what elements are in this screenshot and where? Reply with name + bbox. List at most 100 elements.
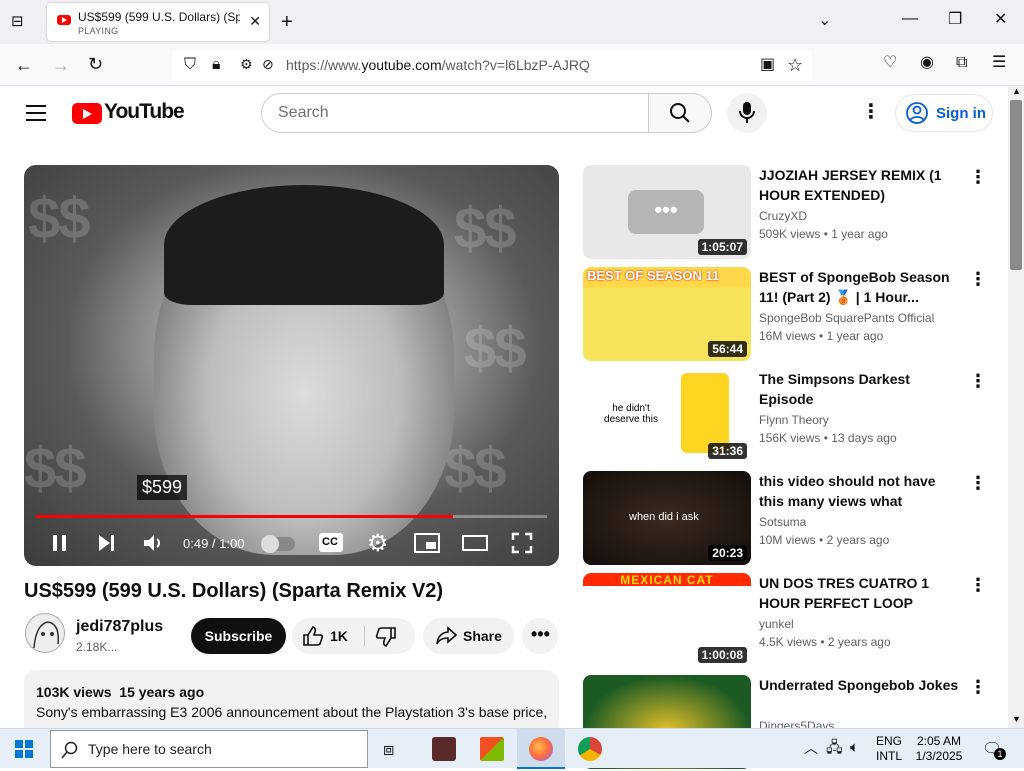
volume-tray-icon[interactable]: 🔈︎ <box>850 740 859 755</box>
related-video-item[interactable]: he didn't deserve this 31:36 The Simpsons … <box>583 369 993 465</box>
windows-start-icon[interactable] <box>15 740 33 758</box>
related-video-item[interactable]: MEXICAN CAT 1:00:08 UN DOS TRES CUATRO 1 H… <box>583 573 993 669</box>
youtube-logo-text[interactable]: YouTube <box>104 100 185 124</box>
related-more-icon[interactable]: ⋮ <box>969 575 987 596</box>
notifications-button[interactable]: 🗨︎ 1 <box>982 739 1006 760</box>
related-video-title[interactable]: BEST of SpongeBob Season 11! (Part 2) 🥉 … <box>759 267 964 307</box>
related-video-channel[interactable]: yunkel <box>759 617 794 631</box>
lock-icon[interactable]: 🔒︎ <box>212 57 221 73</box>
window-maximize-icon[interactable]: ❐ <box>948 12 962 28</box>
video-thumbnail[interactable]: BEST OF SEASON 11 56:44 <box>583 267 751 361</box>
microsoft-store-icon[interactable] <box>480 737 504 761</box>
video-thumbnail[interactable]: MEXICAN CAT 1:00:08 <box>583 573 751 667</box>
chrome-icon[interactable] <box>578 737 602 761</box>
related-video-title[interactable]: JJOZIAH JERSEY REMIX (1 HOUR EXTENDED) <box>759 165 964 205</box>
channel-avatar[interactable] <box>25 613 65 653</box>
related-video-channel[interactable]: CruzyXD <box>759 209 807 223</box>
reload-icon[interactable]: ↻ <box>88 55 103 73</box>
voice-search-button[interactable] <box>727 93 767 133</box>
next-icon[interactable] <box>96 533 116 553</box>
related-video-item[interactable]: when did i ask 20:23 this video should not… <box>583 471 993 567</box>
related-video-title[interactable]: UN DOS TRES CUATRO 1 HOUR PERFECT LOOP (… <box>759 573 964 613</box>
fullscreen-icon[interactable] <box>511 532 533 554</box>
browser-tab[interactable]: US$599 (599 U.S. Dollars) (Sparta Remix … <box>47 3 269 41</box>
related-more-icon[interactable]: ⋮ <box>969 473 987 494</box>
subscribe-button[interactable]: Subscribe <box>191 618 286 654</box>
like-button[interactable]: 1K <box>292 618 364 654</box>
page-scrollbar[interactable]: ▲ ▼ <box>1008 86 1024 728</box>
language-indicator[interactable]: ENG INTL <box>872 734 906 764</box>
game-app-icon[interactable] <box>432 737 456 761</box>
search-input[interactable]: Search <box>261 93 649 133</box>
hamburger-menu-icon[interactable] <box>26 105 46 121</box>
youtube-logo-icon[interactable] <box>72 103 102 124</box>
related-video-channel[interactable]: Sotsuma <box>759 515 806 529</box>
video-player[interactable]: $$ $$ $$ $$ $$ $599 0:49 / 1:00 CC ⚙ <box>24 165 559 566</box>
window-minimize-icon[interactable]: — <box>902 11 918 27</box>
firefox-taskbar-button[interactable] <box>517 729 565 769</box>
picture-in-picture-icon[interactable]: ▣ <box>760 57 775 73</box>
more-actions-button[interactable]: ••• <box>522 618 558 654</box>
taskbar-search-input[interactable]: Type here to search <box>50 730 368 768</box>
window-close-icon[interactable]: ✕ <box>994 12 1007 28</box>
pocket-icon[interactable]: ♡ <box>883 55 897 71</box>
back-icon[interactable]: ← <box>15 56 33 74</box>
autoplay-blocked-icon[interactable]: ⊘ <box>262 57 274 71</box>
volume-icon[interactable] <box>142 533 164 553</box>
permissions-icon[interactable]: ⚙ <box>240 57 253 71</box>
address-bar[interactable]: ⛉ 🔒︎ ⚙ ⊘ https://www.youtube.com/watch?v… <box>172 49 812 81</box>
channel-name[interactable]: jedi787plus <box>76 618 163 636</box>
video-thumbnail[interactable]: ••• 1:05:07 <box>583 165 751 259</box>
video-duration: 1:05:07 <box>697 239 747 255</box>
subtitles-button[interactable]: CC <box>319 533 343 552</box>
related-video-item[interactable]: BEST OF SEASON 11 56:44 BEST of SpongeBob … <box>583 267 993 363</box>
settings-kebab-icon[interactable]: ⋮ <box>861 102 881 122</box>
extensions-icon[interactable]: ⧉ <box>956 55 967 71</box>
tracking-shield-icon[interactable]: ⛉ <box>184 57 196 73</box>
miniplayer-icon[interactable] <box>414 533 440 553</box>
autoplay-toggle[interactable] <box>261 535 295 553</box>
share-button[interactable]: Share <box>423 618 514 654</box>
url-text[interactable]: https://www.youtube.com/watch?v=l6LbzP-A… <box>286 57 590 73</box>
related-more-icon[interactable]: ⋮ <box>969 167 987 188</box>
related-more-icon[interactable]: ⋮ <box>969 677 987 698</box>
account-icon[interactable]: ◉ <box>920 55 934 71</box>
progress-bar[interactable] <box>36 515 547 518</box>
search-button[interactable] <box>648 93 712 133</box>
related-video-channel[interactable]: Flynn Theory <box>759 413 829 427</box>
related-video-channel[interactable]: SpongeBob SquarePants Official <box>759 311 934 325</box>
related-more-icon[interactable]: ⋮ <box>969 269 987 290</box>
bookmark-star-icon[interactable]: ☆ <box>787 56 803 74</box>
related-video-meta: 16M views • 1 year ago <box>759 329 884 343</box>
video-thumbnail[interactable]: he didn't deserve this 31:36 <box>583 369 751 463</box>
tab-close-icon[interactable]: ✕ <box>249 13 261 30</box>
related-more-icon[interactable]: ⋮ <box>969 371 987 392</box>
dislike-button[interactable] <box>365 618 415 654</box>
sign-in-button[interactable]: Sign in <box>895 94 993 132</box>
scroll-down-icon[interactable]: ▼ <box>1012 714 1021 724</box>
scroll-up-icon[interactable]: ▲ <box>1012 86 1021 96</box>
pause-icon[interactable] <box>50 533 70 553</box>
clock[interactable]: 2:05 AM 1/3/2025 <box>912 734 966 764</box>
related-video-item[interactable]: ••• 1:05:07 JJOZIAH JERSEY REMIX (1 HOUR E… <box>583 165 993 261</box>
tab-list-icon[interactable]: ⊟ <box>11 14 24 29</box>
related-video-title[interactable]: The Simpsons Darkest Episode <box>759 369 964 409</box>
thumbs-down-icon <box>375 627 396 647</box>
related-video-title[interactable]: Underrated Spongebob Jokes <box>759 675 964 695</box>
task-view-icon[interactable]: ⧈ <box>383 740 394 758</box>
clock-date: 1/3/2025 <box>915 749 963 763</box>
show-hidden-icons-chevron[interactable]: ︿ <box>804 741 818 755</box>
tab-overflow-chevron-icon[interactable]: ⌄ <box>818 13 831 29</box>
upload-age: 15 years ago <box>119 684 205 700</box>
keyboard-layout: INTL <box>875 749 902 763</box>
settings-gear-icon[interactable]: ⚙ <box>367 532 389 556</box>
new-tab-icon[interactable]: + <box>281 12 293 32</box>
app-menu-icon[interactable]: ☰ <box>992 55 1006 71</box>
related-video-title[interactable]: this video should not have this many vie… <box>759 471 964 511</box>
related-video-age: 1 year ago <box>826 329 884 343</box>
forward-icon[interactable]: → <box>52 56 70 74</box>
scrollbar-thumb[interactable] <box>1010 100 1022 270</box>
network-icon[interactable]: 🖧︎ <box>826 740 843 755</box>
video-thumbnail[interactable]: when did i ask 20:23 <box>583 471 751 565</box>
theater-mode-icon[interactable] <box>462 533 488 553</box>
